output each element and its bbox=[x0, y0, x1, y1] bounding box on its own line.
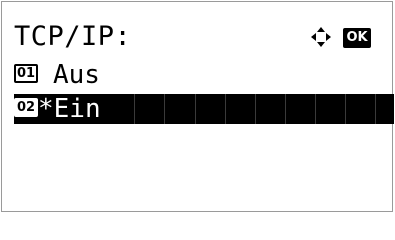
lcd-cell-divider bbox=[285, 94, 286, 124]
lcd-cell-divider bbox=[134, 94, 135, 124]
ok-button[interactable]: OK bbox=[343, 28, 371, 48]
lcd-cell-divider bbox=[225, 94, 226, 124]
lcd-cell-divider bbox=[164, 94, 165, 124]
four-way-arrow-icon bbox=[311, 27, 331, 47]
lcd-cell-divider bbox=[375, 94, 376, 124]
option-label: *Ein bbox=[38, 94, 101, 124]
option-row-ein-selected[interactable]: 02 *Ein bbox=[14, 94, 394, 124]
lcd-cell-divider bbox=[195, 94, 196, 124]
option-number-badge: 01 bbox=[14, 64, 38, 83]
screen-title: TCP/IP: bbox=[14, 21, 132, 52]
option-row-aus[interactable]: 01 Aus bbox=[14, 60, 374, 90]
lcd-cell-divider bbox=[255, 94, 256, 124]
lcd-cell-divider bbox=[345, 94, 346, 124]
option-number-badge: 02 bbox=[14, 98, 38, 117]
option-label: Aus bbox=[53, 60, 100, 90]
lcd-panel: TCP/IP: OK 01 Aus 02 *Ein bbox=[1, 1, 394, 212]
lcd-cell-divider bbox=[315, 94, 316, 124]
